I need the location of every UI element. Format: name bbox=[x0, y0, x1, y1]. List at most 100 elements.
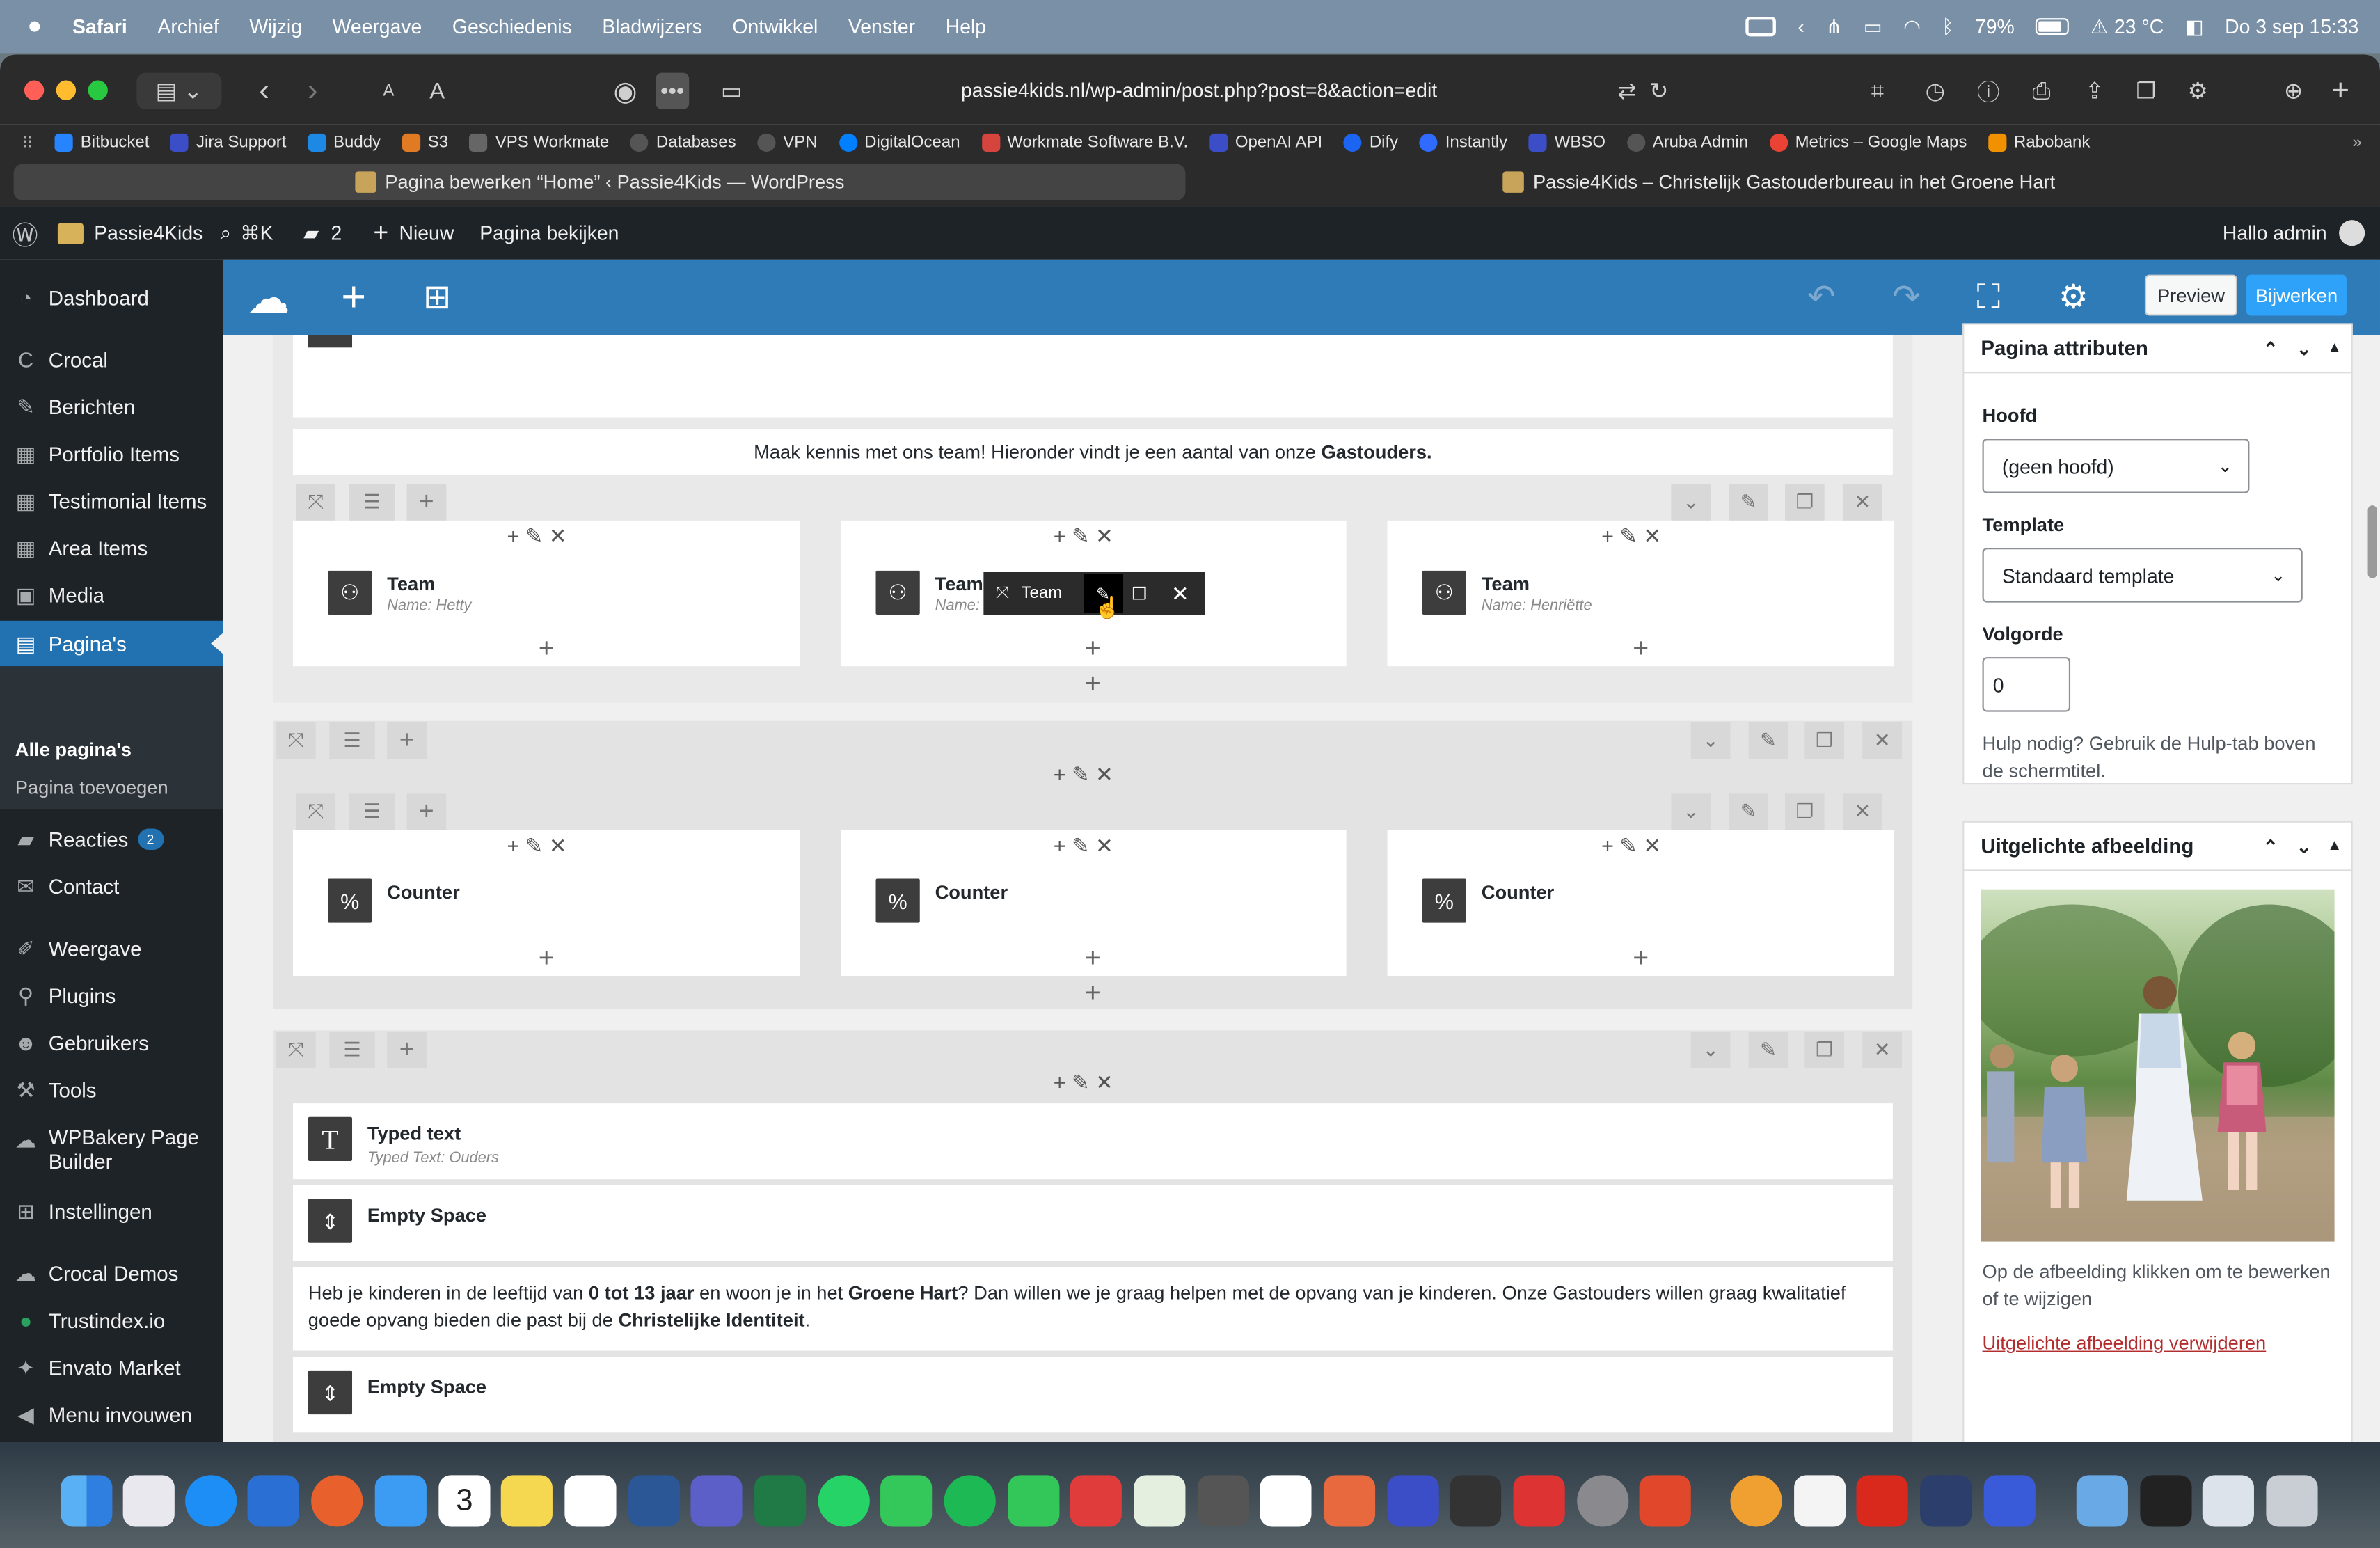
add-element-plus[interactable]: + bbox=[1079, 633, 1106, 665]
paragraph-text-block[interactable]: Heb je kinderen in de leeftijd van 0 tot… bbox=[292, 1267, 1893, 1351]
maps-icon[interactable] bbox=[1134, 1475, 1186, 1527]
tab-wp-edit[interactable]: Pagina bewerken “Home” ‹ Passie4Kids — W… bbox=[13, 164, 1186, 200]
order-input[interactable]: 0 bbox=[1982, 657, 2071, 712]
partial-element[interactable] bbox=[292, 335, 1893, 418]
menu-geschiedenis[interactable]: Geschiedenis bbox=[452, 15, 572, 38]
row-move-icon[interactable]: ⤧ bbox=[296, 793, 336, 830]
terminal-dots-icon[interactable] bbox=[1513, 1475, 1565, 1527]
downloads-icon[interactable]: ⊕ bbox=[2277, 73, 2310, 109]
comments-link[interactable]: ▰ 2 bbox=[303, 207, 342, 260]
minimize-window-button[interactable] bbox=[56, 80, 77, 100]
row-delete-icon[interactable]: ✕ bbox=[1842, 793, 1882, 830]
counter-element[interactable]: % Counter bbox=[875, 878, 1008, 923]
menu-ontwikkel[interactable]: Ontwikkel bbox=[732, 15, 818, 38]
row-delete-icon[interactable]: ✕ bbox=[1862, 722, 1902, 759]
fav-digitalocean[interactable]: DigitalOcean bbox=[839, 133, 960, 152]
row-layout-icon[interactable]: ☰ bbox=[329, 722, 375, 759]
search-link[interactable]: ⌕ ⌘K bbox=[220, 207, 273, 260]
redo-icon[interactable]: ↷ bbox=[1887, 278, 1926, 317]
menu-crocal[interactable]: C Crocal bbox=[0, 337, 223, 382]
screenshot-folder-icon[interactable] bbox=[2140, 1475, 2192, 1527]
update-button[interactable]: Bijwerken bbox=[2246, 274, 2347, 316]
row-toggle-icon[interactable]: ⌄ bbox=[1690, 1032, 1731, 1068]
menu-contact[interactable]: ✉ Contact bbox=[0, 864, 223, 909]
battery-percentage[interactable]: 79% bbox=[1975, 15, 2015, 38]
facetime-icon[interactable] bbox=[1008, 1475, 1060, 1527]
extensions-gear-icon[interactable]: ⚙ bbox=[2181, 73, 2214, 109]
row-toggle-icon[interactable]: ⌄ bbox=[1690, 722, 1731, 759]
info-icon[interactable]: ⓘ bbox=[1972, 73, 2005, 109]
screen-share-icon[interactable] bbox=[1746, 16, 1777, 37]
menu-tools[interactable]: ⚒ Tools bbox=[0, 1067, 223, 1112]
forward-icon[interactable]: › bbox=[294, 73, 331, 109]
spotify-icon[interactable] bbox=[944, 1475, 996, 1527]
chevron-left-icon[interactable]: ‹ bbox=[1798, 15, 1804, 38]
move-up-icon[interactable]: ⌃ bbox=[2263, 338, 2278, 359]
row-move-icon[interactable]: ⤧ bbox=[296, 484, 336, 521]
counter-element[interactable]: % Counter bbox=[328, 878, 460, 923]
new-content-link[interactable]: + Nieuw bbox=[374, 207, 454, 260]
team-element[interactable]: ⚇ Team Name: Hetty bbox=[328, 570, 471, 615]
office-icon[interactable] bbox=[1639, 1475, 1691, 1527]
fav-metrics-google-maps[interactable]: Metrics – Google Maps bbox=[1769, 133, 1967, 152]
intro-text-block[interactable]: Maak kennis met ons team! Hieronder vind… bbox=[292, 429, 1893, 475]
menu-media[interactable]: ▣ Media bbox=[0, 572, 223, 617]
fav-jira-support[interactable]: Jira Support bbox=[170, 133, 286, 152]
close-window-button[interactable] bbox=[24, 80, 45, 100]
password-icon[interactable]: ••• bbox=[656, 72, 690, 109]
menu-dashboard[interactable]: ◔ Dashboard bbox=[0, 275, 223, 320]
fav-vps-workmate[interactable]: VPS Workmate bbox=[469, 133, 609, 152]
add-element-plus[interactable]: + bbox=[1627, 633, 1654, 665]
share-icon[interactable]: ⇪ bbox=[2078, 73, 2111, 109]
empty-space-element[interactable]: ⇕ Empty Space bbox=[292, 1357, 1893, 1433]
fav-rabobank[interactable]: Rabobank bbox=[1988, 133, 2090, 152]
firefox-icon[interactable] bbox=[311, 1475, 363, 1527]
menu-portfolio-items[interactable]: ▦ Portfolio Items bbox=[0, 431, 223, 476]
url-text[interactable]: passie4kids.nl/wp-admin/post.php?post=8&… bbox=[961, 78, 1437, 101]
templates-icon[interactable]: ⊞ bbox=[418, 278, 457, 317]
row-edit-icon[interactable]: ✎ bbox=[1729, 793, 1769, 830]
fav-openai-api[interactable]: OpenAI API bbox=[1209, 133, 1322, 152]
menu-weergave[interactable]: Weergave bbox=[333, 15, 422, 38]
column-controls[interactable]: + ✎ ✕ bbox=[1054, 762, 1113, 788]
typed-text-element[interactable]: T Typed text Typed Text: Ouders bbox=[292, 1103, 1893, 1180]
row-layout-icon[interactable]: ☰ bbox=[349, 484, 395, 521]
row-add-column-icon[interactable]: + bbox=[406, 793, 447, 830]
clone-icon[interactable]: ❐ bbox=[1132, 583, 1148, 603]
row-clone-icon[interactable]: ❐ bbox=[1804, 1032, 1845, 1068]
zoom-window-button[interactable] bbox=[88, 80, 108, 100]
row-move-icon[interactable]: ⤧ bbox=[276, 722, 316, 759]
whatsapp-icon[interactable] bbox=[818, 1475, 870, 1527]
template-select[interactable]: Standaard template ⌄ bbox=[1982, 548, 2303, 603]
column-controls[interactable]: + ✎ ✕ bbox=[507, 523, 566, 549]
word-icon[interactable] bbox=[628, 1475, 681, 1527]
column-controls[interactable]: + ✎ ✕ bbox=[507, 833, 566, 859]
settings-gear-icon[interactable]: ⚙ bbox=[2054, 278, 2093, 317]
add-element-plus[interactable]: + bbox=[1079, 1434, 1106, 1442]
menu-weergave[interactable]: ✐ Weergave bbox=[0, 926, 223, 971]
system-settings-icon[interactable] bbox=[1577, 1475, 1629, 1527]
wifi-icon[interactable]: ◠ bbox=[1903, 15, 1921, 39]
toggle-panel-icon[interactable]: ▲ bbox=[2327, 838, 2342, 855]
reminders-icon[interactable] bbox=[564, 1475, 617, 1527]
row-clone-icon[interactable]: ❐ bbox=[1784, 793, 1825, 830]
row-edit-icon[interactable]: ✎ bbox=[1748, 722, 1788, 759]
add-element-icon[interactable]: + bbox=[334, 273, 374, 320]
panel-scrollbar[interactable] bbox=[2367, 505, 2377, 578]
notion-icon[interactable] bbox=[1260, 1475, 1312, 1527]
add-element-plus[interactable]: + bbox=[1627, 942, 1654, 974]
fav-vpn[interactable]: VPN bbox=[757, 133, 818, 152]
new-tab-icon[interactable]: + bbox=[2324, 73, 2357, 109]
row-layout-icon[interactable]: ☰ bbox=[329, 1032, 375, 1068]
add-element-plus[interactable]: + bbox=[1079, 668, 1106, 700]
move-icon[interactable]: ⤧ bbox=[996, 583, 1009, 603]
launchpad-icon[interactable] bbox=[122, 1475, 175, 1527]
fav-s3[interactable]: S3 bbox=[402, 133, 448, 152]
sidebar-icon[interactable]: ▤ ⌄ bbox=[136, 72, 222, 109]
downloads-folder-icon[interactable] bbox=[2076, 1475, 2128, 1527]
trash-icon[interactable] bbox=[2266, 1475, 2318, 1527]
featured-image-header[interactable]: Uitgelichte afbeelding ⌃ ⌄ ▲ bbox=[1964, 823, 2351, 871]
team-element[interactable]: ⚇ Team Name: Henriëtte bbox=[1422, 570, 1592, 615]
clock[interactable]: Do 3 sep 15:33 bbox=[2225, 15, 2358, 38]
github-icon[interactable] bbox=[1983, 1475, 2036, 1527]
